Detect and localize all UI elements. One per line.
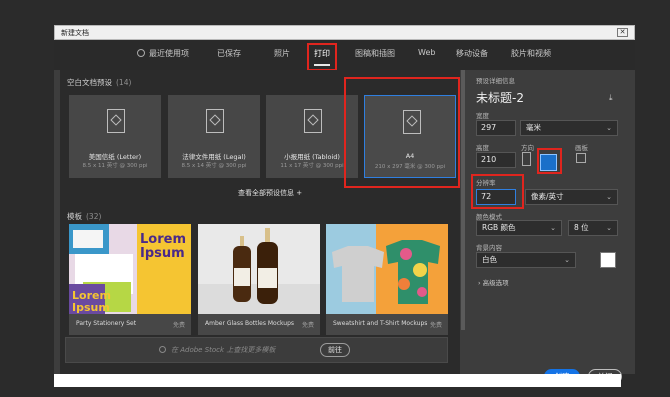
highlight-a4-preset xyxy=(344,77,460,188)
svg-text:Ipsum: Ipsum xyxy=(72,301,110,314)
new-document-dialog: 新建文档 ✕ 最近使用项 已保存 照片 打印 图稿和插图 Web 移动设备 胶片… xyxy=(54,25,635,384)
stock-search-input[interactable]: 在 Adobe Stock 上查找更多模板 xyxy=(171,345,275,355)
highlight-orientation xyxy=(537,148,562,174)
color-mode-select[interactable]: RGB 颜色 ⌄ xyxy=(476,220,562,236)
height-label: 高度 xyxy=(476,144,489,152)
preset-details-pane: 预设详细信息 未标题-2 ⤓ 宽度 297 毫米 ⌄ 高度 210 方向 画板 分… xyxy=(468,70,635,384)
background-strip xyxy=(54,374,621,387)
view-all-presets-link[interactable]: 查看全部预设信息 + xyxy=(238,188,302,198)
svg-text:Lorem: Lorem xyxy=(140,232,186,247)
portrait-orientation-icon[interactable] xyxy=(522,152,531,166)
presets-scrollbar[interactable] xyxy=(461,70,465,330)
width-input[interactable]: 297 xyxy=(476,120,516,136)
blank-presets-heading: 空白文档预设 (14) xyxy=(67,78,132,87)
background-select[interactable]: 白色 ⌄ xyxy=(476,252,576,268)
tab-art-illustration[interactable]: 图稿和插图 xyxy=(355,48,395,59)
document-icon xyxy=(304,109,322,133)
chevron-down-icon: ⌄ xyxy=(606,224,612,232)
close-icon[interactable]: ✕ xyxy=(617,28,628,37)
background-color-swatch[interactable] xyxy=(600,252,616,268)
details-heading: 预设详细信息 xyxy=(476,77,515,85)
tab-web[interactable]: Web xyxy=(418,48,435,57)
width-label: 宽度 xyxy=(476,112,489,120)
document-icon xyxy=(107,109,125,133)
width-unit-select[interactable]: 毫米 ⌄ xyxy=(520,120,618,136)
preset-card-letter[interactable]: 美国信纸 (Letter) 8.5 x 11 英寸 @ 300 ppi xyxy=(69,95,161,178)
chevron-down-icon: ⌄ xyxy=(606,124,612,132)
background-label: 背景内容 xyxy=(476,244,502,252)
advanced-options-toggle[interactable]: › 高级选项 xyxy=(478,277,509,287)
tab-photo[interactable]: 照片 xyxy=(274,48,290,59)
window-title: 新建文档 xyxy=(61,29,89,37)
svg-text:Ipsum: Ipsum xyxy=(140,246,185,261)
template-card-sweatshirt-mockups[interactable]: Sweatshirt and T-Shirt Mockups 免费 xyxy=(326,224,448,335)
save-preset-icon[interactable]: ⤓ xyxy=(609,93,619,102)
document-name-field[interactable]: 未标题-2 xyxy=(476,89,524,106)
title-bar: 新建文档 ✕ xyxy=(54,25,635,40)
chevron-down-icon: ⌄ xyxy=(550,224,556,232)
template-card-party-stationery[interactable]: Lorem Ipsum Lorem Ipsum Party Stationery… xyxy=(69,224,191,335)
preset-card-legal[interactable]: 法律文件用纸 (Legal) 8.5 x 14 英寸 @ 300 ppi xyxy=(168,95,260,178)
artboard-label: 画板 xyxy=(575,144,588,152)
highlight-resolution xyxy=(471,174,524,209)
category-tabs: 最近使用项 已保存 照片 打印 图稿和插图 Web 移动设备 胶片和视频 xyxy=(54,40,635,70)
stock-search-bar: 在 Adobe Stock 上查找更多模板 前往 xyxy=(65,337,448,363)
templates-heading: 模板 (32) xyxy=(67,212,102,221)
search-icon xyxy=(159,346,166,353)
template-thumbnail xyxy=(198,224,320,314)
artboard-checkbox[interactable] xyxy=(576,153,586,163)
template-card-amber-bottles[interactable]: Amber Glass Bottles Mockups 免费 xyxy=(198,224,320,335)
tab-recent[interactable]: 最近使用项 xyxy=(137,48,189,59)
template-thumbnail: Lorem Ipsum Lorem Ipsum xyxy=(69,224,191,314)
template-thumbnail xyxy=(326,224,448,314)
chevron-down-icon: ⌄ xyxy=(606,193,612,201)
tab-saved[interactable]: 已保存 xyxy=(217,48,241,59)
presets-pane: 空白文档预设 (14) 美国信纸 (Letter) 8.5 x 11 英寸 @ 3… xyxy=(60,70,460,374)
clock-icon xyxy=(137,49,145,57)
height-input[interactable]: 210 xyxy=(476,152,516,168)
document-icon xyxy=(206,109,224,133)
tab-mobile[interactable]: 移动设备 xyxy=(456,48,488,59)
orientation-label: 方向 xyxy=(521,144,534,152)
highlight-print-tab xyxy=(307,43,337,71)
go-button[interactable]: 前往 xyxy=(320,343,350,357)
resolution-unit-select[interactable]: 像素/英寸 ⌄ xyxy=(525,189,618,205)
chevron-down-icon: ⌄ xyxy=(564,256,570,264)
bit-depth-select[interactable]: 8 位 ⌄ xyxy=(568,220,618,236)
tab-film-video[interactable]: 胶片和视频 xyxy=(511,48,551,59)
